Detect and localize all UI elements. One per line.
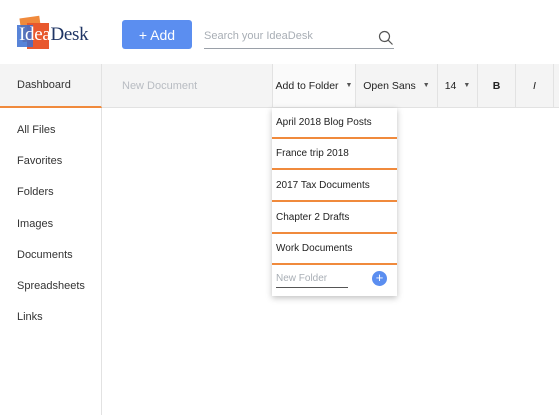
chevron-down-icon: ▼ [345, 82, 353, 89]
folder-menu-item-label: Work Documents [276, 243, 353, 254]
sidebar-item-images[interactable]: Images [17, 218, 53, 230]
tab-dashboard[interactable]: Dashboard [0, 64, 102, 108]
bold-button[interactable]: B [477, 64, 515, 107]
add-button[interactable]: + Add [122, 20, 192, 49]
bold-label: B [492, 79, 501, 92]
italic-button[interactable]: I [515, 64, 553, 107]
chevron-down-icon: ▼ [422, 82, 430, 89]
folder-menu-item[interactable]: April 2018 Blog Posts [272, 108, 397, 139]
folder-menu-item-label: 2017 Tax Documents [276, 180, 370, 191]
sidebar-item-spreadsheets[interactable]: Spreadsheets [17, 280, 85, 292]
add-folder-plus-icon[interactable]: + [372, 271, 387, 286]
folder-menu-item-label: Chapter 2 Drafts [276, 212, 350, 223]
new-folder-input[interactable] [276, 269, 348, 288]
app-header: IdeaDesk + Add [0, 0, 559, 64]
font-size-select[interactable]: 14 ▼ [437, 64, 477, 107]
document-title-field[interactable]: New Document [103, 64, 273, 107]
logo-wordmark: IdeaDesk [19, 24, 89, 46]
sidebar-item-documents[interactable]: Documents [17, 249, 73, 261]
font-family-select[interactable]: Open Sans ▼ [355, 64, 437, 107]
font-family-label: Open Sans [363, 79, 416, 92]
sidebar-item-links[interactable]: Links [17, 311, 43, 323]
search-bar [204, 26, 394, 49]
add-to-folder-label: Add to Folder [275, 79, 339, 92]
toolbar-overflow-cell[interactable] [553, 64, 559, 107]
tab-dashboard-label: Dashboard [17, 79, 71, 91]
folder-menu-item[interactable]: 2017 Tax Documents [272, 171, 397, 202]
editor-toolbar: Dashboard New Document Add to Folder ▼ O… [0, 64, 559, 108]
add-to-folder-menu: April 2018 Blog Posts France trip 2018 2… [272, 108, 397, 296]
document-title-placeholder: New Document [122, 79, 198, 92]
folder-menu-item[interactable]: Work Documents [272, 234, 397, 265]
folder-menu-item-label: France trip 2018 [276, 148, 349, 159]
search-input[interactable] [204, 26, 369, 46]
sidebar-nav: All Files Favorites Folders Images Docum… [0, 108, 102, 415]
font-size-label: 14 [444, 79, 457, 92]
italic-label: I [533, 79, 536, 92]
new-folder-field [276, 268, 348, 288]
logo-text-idea: Idea [19, 24, 51, 45]
sidebar-item-favorites[interactable]: Favorites [17, 155, 62, 167]
ideadesk-logo[interactable]: IdeaDesk [17, 15, 97, 51]
folder-menu-item-label: April 2018 Blog Posts [276, 117, 372, 128]
add-to-folder-dropdown[interactable]: Add to Folder ▼ [272, 64, 355, 107]
chevron-down-icon: ▼ [463, 82, 471, 89]
search-icon[interactable] [378, 30, 394, 46]
folder-menu-item[interactable]: Chapter 2 Drafts [272, 203, 397, 234]
logo-text-desk: Desk [50, 24, 89, 45]
folder-menu-item[interactable]: France trip 2018 [272, 139, 397, 170]
sidebar-item-all-files[interactable]: All Files [17, 124, 56, 136]
sidebar-item-folders[interactable]: Folders [17, 186, 54, 198]
